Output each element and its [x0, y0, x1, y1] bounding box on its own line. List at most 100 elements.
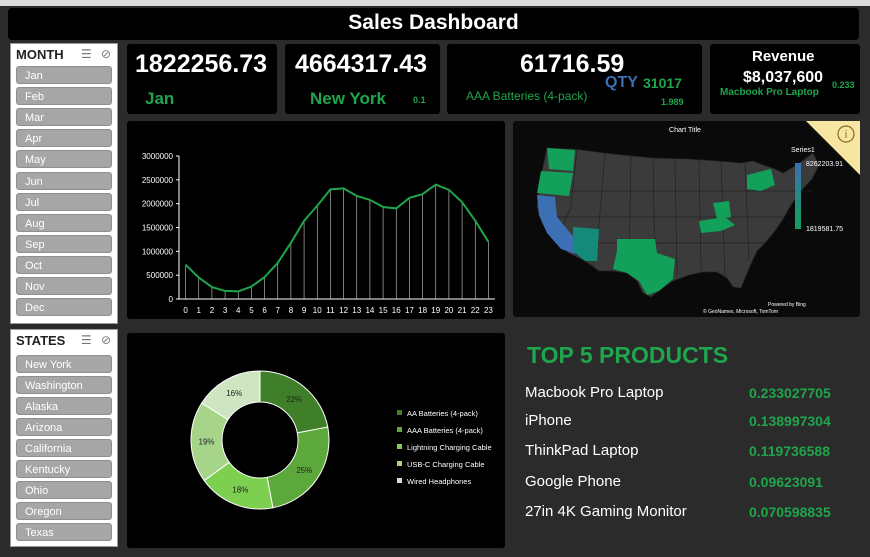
state-slicer-item[interactable]: Arizona [16, 418, 112, 436]
x-tick-label: 11 [326, 306, 335, 315]
kpi-card-state: 4664317.43 New York 0.1 [285, 44, 440, 114]
donut-slice-label: 16% [226, 389, 242, 398]
revenue-value: $8,037,600 [743, 69, 824, 86]
top5-title: TOP 5 PRODUCTS [527, 342, 729, 368]
top5-product-value: 0.09623091 [749, 474, 823, 490]
month-slicer-item[interactable]: Nov [16, 277, 112, 295]
x-tick-label: 19 [431, 306, 440, 315]
state-name: New York [310, 89, 386, 108]
info-icon-glyph: i [845, 129, 847, 141]
month-slicer-item[interactable]: Mar [16, 108, 112, 127]
state-slicer-item[interactable]: New York [16, 355, 112, 373]
map-legend-max: 8262203.91 [806, 161, 843, 168]
month-slicer-item[interactable]: Aug [16, 213, 112, 232]
month-slicer-item[interactable]: Oct [16, 255, 112, 274]
top5-product-name: Google Phone [525, 473, 621, 490]
month-slicer-item[interactable]: Jan [16, 66, 112, 84]
top5-product-value: 0.138997304 [749, 413, 831, 429]
map-legend-min: 1819581.75 [806, 226, 843, 233]
month-slicer-item[interactable]: Jul [16, 192, 112, 211]
x-tick-label: 8 [289, 306, 294, 315]
state-slicer-item[interactable]: Alaska [16, 397, 112, 415]
x-tick-label: 0 [183, 306, 188, 315]
clear-filter-icon[interactable]: ⊘ [101, 333, 111, 347]
state-slicer-item[interactable]: Kentucky [16, 460, 112, 478]
x-tick-label: 21 [458, 306, 467, 315]
donut-slice-label: 19% [199, 438, 215, 447]
qty-value: 31017 [643, 75, 682, 91]
x-tick-label: 1 [197, 306, 202, 315]
revenue-ratio: 0.233 [832, 80, 855, 90]
sales-line [184, 183, 490, 293]
month-slicer-header: MONTH [16, 47, 64, 62]
month-slicer-item[interactable]: May [16, 150, 112, 169]
kpi-card-month: 1822256.73 Jan [127, 44, 277, 114]
legend-label: Wired Headphones [407, 477, 471, 486]
map-svg: Chart Title Series1 8262203.91 1819581.7… [536, 121, 860, 315]
dashboard-title: Sales Dashboard [8, 8, 859, 40]
y-tick-label: 2000000 [142, 200, 174, 209]
y-tick-label: 2500000 [142, 176, 174, 185]
map-credit-geonames: © GeoNames, Microsoft, TomTom [703, 308, 778, 315]
x-tick-label: 4 [236, 306, 241, 315]
map-title: Chart Title [669, 127, 701, 134]
map-state-oregon[interactable] [537, 171, 573, 196]
top5-product-name: Macbook Pro Laptop [525, 384, 664, 401]
y-tick-label: 1500000 [142, 224, 174, 233]
product-share-chart: 22% 25% 18% 19% 16% AA Batteries (4-pack) AAA … [127, 333, 505, 548]
legend-swatch [397, 444, 402, 449]
top5-product-name: 27in 4K Gaming Monitor [525, 503, 687, 520]
x-tick-label: 9 [302, 306, 307, 315]
x-tick-label: 14 [365, 306, 374, 315]
top5-product-name: ThinkPad Laptop [525, 442, 639, 459]
y-tick-label: 0 [169, 295, 174, 304]
state-slicer-item[interactable]: Ohio [16, 481, 112, 499]
state-slicer-item[interactable]: Texas [16, 523, 112, 541]
x-tick-label: 2 [210, 306, 215, 315]
x-tick-label: 20 [444, 306, 453, 315]
x-tick-label: 13 [352, 306, 361, 315]
us-map-outline [536, 147, 820, 298]
x-tick-label: 23 [484, 306, 493, 315]
donut-slice-label: 18% [232, 486, 248, 495]
revenue-product: Macbook Pro Laptop [720, 87, 819, 98]
multi-select-icon[interactable]: ☰ [81, 333, 92, 347]
line-chart-svg: 0 500000 1000000 1500000 2000000 2500000 30000… [142, 152, 495, 315]
map-legend-gradient [795, 163, 801, 229]
qty-label: QTY [605, 74, 638, 91]
map-state-washington[interactable] [547, 148, 575, 171]
month-slicer: MONTH ☰ ⊘ Jan Feb Mar Apr May Jun Jul Aug Sep Oct… [10, 43, 118, 324]
month-slicer-item[interactable]: Sep [16, 234, 112, 253]
month-slicer-item[interactable]: Feb [16, 87, 112, 106]
slicer-tools: ☰ ⊘ [81, 333, 111, 347]
legend-label: AA Batteries (4-pack) [407, 409, 478, 418]
states-slicer-header: STATES [16, 333, 66, 348]
state-slicer-item[interactable]: Oregon [16, 502, 112, 520]
month-sales-value: 1822256.73 [135, 50, 268, 78]
x-tick-label: 16 [392, 306, 401, 315]
y-tick-label: 500000 [146, 271, 173, 280]
y-tick-label: 3000000 [142, 152, 174, 161]
month-slicer-item[interactable]: Dec [16, 298, 112, 317]
donut-slice-label: 25% [296, 466, 312, 475]
x-tick-label: 10 [313, 306, 322, 315]
state-map-chart: Chart Title Series1 8262203.91 1819581.7… [513, 121, 860, 317]
x-tick-label: 12 [339, 306, 348, 315]
x-tick-label: 3 [223, 306, 228, 315]
kpi-card-revenue: Revenue $8,037,600 Macbook Pro Laptop 0.… [710, 44, 860, 114]
x-tick-label: 17 [405, 306, 414, 315]
legend-label: Lightning Charging Cable [407, 443, 492, 452]
state-slicer-item[interactable]: California [16, 439, 112, 457]
product-name: AAA Batteries (4-pack) [466, 89, 588, 103]
clear-filter-icon[interactable]: ⊘ [101, 47, 111, 61]
legend-label: USB-C Charging Cable [407, 460, 485, 469]
x-tick-label: 6 [262, 306, 267, 315]
y-tick-label: 1000000 [142, 247, 174, 256]
multi-select-icon[interactable]: ☰ [81, 47, 92, 61]
state-slicer-item[interactable]: Washington [16, 376, 112, 394]
month-slicer-item[interactable]: Apr [16, 129, 112, 148]
legend-label: AAA Batteries (4-pack) [407, 426, 483, 435]
month-slicer-item[interactable]: Jun [16, 171, 112, 190]
map-credit-bing: Powered by Bing [768, 302, 806, 308]
donut-slice-label: 22% [286, 395, 302, 404]
